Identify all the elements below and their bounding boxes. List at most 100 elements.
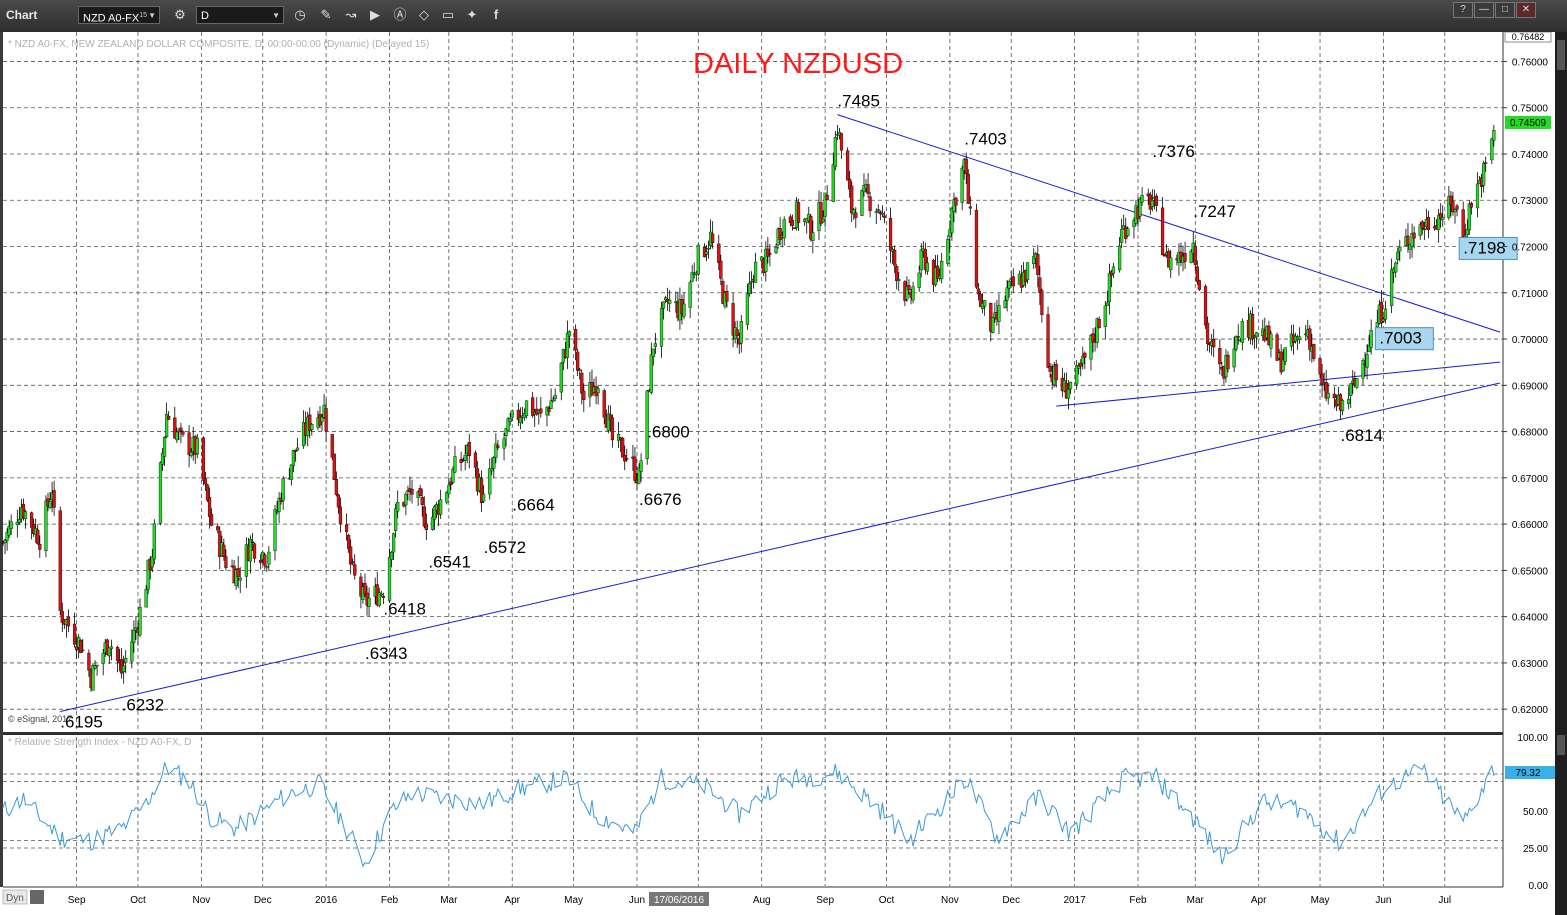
candle-bull [567, 331, 572, 337]
candle-bull [782, 219, 786, 239]
candle-bear [1097, 319, 1101, 328]
price-tick-label: 0.74000 [1512, 150, 1549, 161]
candle-bear [868, 196, 872, 211]
chart-canvas[interactable]: .6195.6232.6343.6418.6541.6572.6664.6676… [0, 32, 1567, 915]
candle-bear [259, 559, 263, 563]
candle-bear [633, 456, 637, 481]
candle-bull [1234, 336, 1238, 350]
candle-bull [152, 523, 156, 560]
candle-bull [551, 399, 555, 402]
candle-bear [187, 432, 191, 455]
candle-bear [1163, 254, 1167, 257]
candle-bull [132, 629, 136, 643]
candle-bull [23, 511, 28, 519]
candle-bear [1484, 162, 1488, 164]
level-label: .7403 [964, 130, 1007, 149]
candle-bull [1103, 305, 1107, 327]
candle-bear [1183, 252, 1187, 262]
chat-icon[interactable]: ▭ [440, 7, 456, 23]
candle-bear [968, 206, 972, 209]
candle-bear [1203, 286, 1208, 326]
candle-bear [1469, 203, 1473, 208]
pencil-icon[interactable]: ✎ [318, 7, 334, 23]
candle-bear [252, 543, 257, 559]
rsi-tick-label: 25.00 [1523, 844, 1548, 855]
candle-bull [396, 502, 400, 512]
close-button[interactable]: ✕ [1516, 2, 1536, 18]
candle-bull [1150, 200, 1154, 208]
time-tick-label: Jun [1375, 895, 1391, 906]
candle-bear [1040, 290, 1044, 315]
window-title: Chart [6, 8, 38, 22]
rsi-scrollbar-thumb[interactable] [1557, 735, 1565, 755]
candle-bear [1046, 314, 1050, 368]
candle-bull [1467, 203, 1471, 231]
candle-bear [222, 544, 226, 557]
chevron-down-icon: ▼ [272, 11, 280, 20]
clock-icon[interactable]: ◷ [292, 7, 308, 23]
play-icon[interactable]: ▶ [367, 7, 383, 23]
candle-bear [621, 437, 625, 458]
candle-bear [1038, 277, 1042, 293]
candle-bull [109, 646, 113, 649]
candle-bear [574, 329, 578, 351]
candle-bear [1455, 205, 1459, 210]
twitter-icon[interactable]: ✦ [464, 7, 480, 23]
candle-bull [144, 589, 148, 608]
candle-bull [704, 251, 709, 255]
candle-bear [976, 288, 981, 295]
candle-bull [880, 213, 884, 215]
candle-bull [659, 307, 664, 347]
candle-bear [179, 427, 183, 432]
candle-bull [1140, 194, 1144, 203]
gear-icon[interactable]: ⚙ [172, 7, 188, 23]
symbol-text: NZD A0-FX [83, 12, 140, 25]
candle-bear [347, 535, 351, 549]
candle-bull [1365, 354, 1369, 368]
candle-bull [175, 431, 179, 441]
candle-bull [1005, 287, 1009, 301]
candle-bull [821, 218, 825, 222]
candle-bull [749, 281, 754, 283]
candle-bull [17, 519, 21, 523]
level-label: .6232 [122, 695, 165, 714]
calendar-icon[interactable] [30, 890, 44, 904]
candle-bull [1453, 209, 1457, 213]
candle-bear [1160, 207, 1165, 256]
copyright-label: © eSignal, 2017 [8, 714, 72, 724]
rsi-tick-label: 0.00 [1529, 881, 1549, 892]
level-label: .6541 [428, 552, 471, 571]
candle-bull [101, 653, 105, 664]
minimize-button[interactable]: — [1474, 2, 1494, 18]
scrollbar[interactable] [1555, 32, 1567, 915]
candle-bull [997, 305, 1001, 322]
candle-bull [1118, 245, 1122, 271]
candle-bull [1120, 229, 1124, 243]
time-tick-label: Oct [879, 895, 895, 906]
maximize-button[interactable]: □ [1495, 2, 1515, 18]
symbol-selector[interactable]: NZD A0-FX15 ▼ [78, 6, 160, 25]
candle-bear [1011, 276, 1015, 287]
wave-icon[interactable]: ↝ [343, 7, 359, 23]
candle-bear [1154, 195, 1159, 206]
candle-bull [1383, 308, 1388, 320]
candle-bear [1226, 354, 1230, 370]
candle-bull [1355, 378, 1359, 388]
candle-bull [559, 362, 563, 393]
tag-icon[interactable]: ◇ [416, 7, 432, 23]
candle-bull [189, 452, 193, 456]
candle-bear [539, 408, 543, 414]
alert-icon[interactable]: Ⓐ [392, 7, 408, 23]
candle-bull [1381, 318, 1386, 322]
candle-bear [207, 497, 212, 517]
candle-bull [1490, 138, 1494, 161]
scrollbar-thumb[interactable] [1557, 40, 1565, 70]
facebook-icon[interactable]: f [488, 7, 504, 23]
candle-bull [706, 247, 711, 250]
help-button[interactable]: ? [1453, 2, 1473, 18]
candle-bear [203, 478, 208, 485]
price-tick-label: 0.67000 [1512, 474, 1549, 485]
interval-selector[interactable]: D ▼ [196, 6, 284, 24]
candle-bear [846, 150, 850, 181]
price-tick-label: 0.64000 [1512, 613, 1549, 624]
